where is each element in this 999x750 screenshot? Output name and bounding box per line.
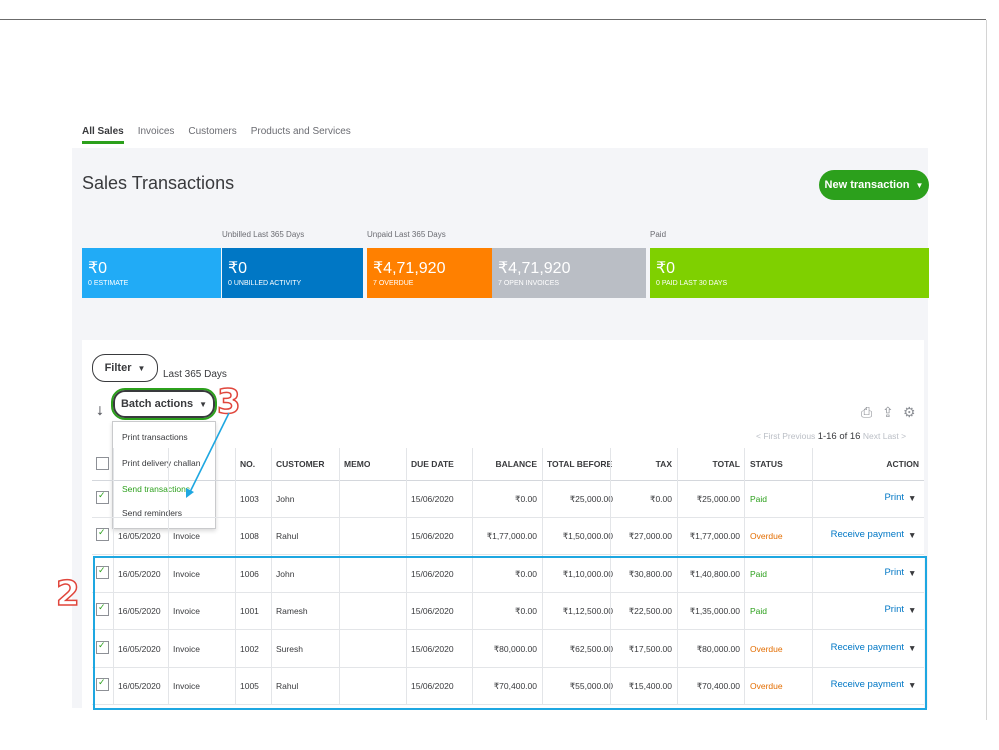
cell-total-before-tax: ₹25,000.00	[569, 494, 613, 504]
new-transaction-label: New transaction	[824, 179, 910, 191]
caret-down-icon[interactable]: ▼	[908, 530, 916, 540]
scrollbar-track[interactable]	[986, 20, 987, 720]
cell-total: ₹25,000.00	[696, 494, 740, 504]
card-amount: ₹4,71,920	[498, 260, 571, 277]
menu-item-print-transactions[interactable]: Print transactions	[122, 432, 188, 442]
annotation-step-3: 3	[216, 381, 241, 423]
pager-first[interactable]: < First	[756, 431, 780, 441]
card-amount: ₹0	[88, 260, 108, 277]
cell-balance: ₹0.00	[515, 494, 537, 504]
cell-total: ₹1,77,000.00	[689, 531, 740, 541]
col-due-date[interactable]: DUE DATE	[411, 459, 454, 469]
date-range-label: Last 365 Days	[163, 369, 227, 380]
col-status[interactable]: STATUS	[750, 459, 783, 469]
card-subtitle: 0 ESTIMATE	[88, 280, 129, 287]
cell-due-date: 15/06/2020	[411, 494, 454, 504]
col-action: ACTION	[886, 459, 919, 469]
batch-actions-button[interactable]: Batch actions ▼	[111, 388, 217, 420]
card-amount: ₹0	[228, 260, 248, 277]
caret-down-icon: ▼	[199, 399, 208, 409]
export-icon[interactable]: ⇪	[882, 404, 894, 421]
row-action-link[interactable]: Print	[792, 492, 904, 503]
col-total[interactable]: TOTAL	[682, 459, 740, 469]
print-icon[interactable]: ⎙	[861, 404, 872, 421]
pager-next[interactable]: Next	[863, 431, 880, 441]
unbilled-card[interactable]: ₹0 0 UNBILLED ACTIVITY	[222, 248, 363, 298]
annotation-step-2: 2	[55, 573, 80, 615]
caret-down-icon: ▼	[915, 180, 924, 190]
open-invoices-card[interactable]: ₹4,71,920 7 OPEN INVOICES	[492, 248, 646, 298]
filter-button[interactable]: Filter ▼	[92, 354, 158, 382]
new-transaction-button[interactable]: New transaction ▼	[819, 170, 929, 200]
row-checkbox[interactable]	[96, 490, 109, 504]
col-no[interactable]: NO.	[240, 459, 255, 469]
cell-no: 1003	[240, 494, 259, 504]
estimate-card[interactable]: ₹0 0 ESTIMATE	[82, 248, 221, 298]
table-row[interactable]: 1003 John 15/06/2020 ₹0.00 ₹25,000.00 ₹0.00 ₹2…	[92, 480, 924, 518]
col-tax[interactable]: TAX	[622, 459, 672, 469]
cell-no: 1008	[240, 531, 259, 541]
row-action-link[interactable]: Receive payment	[792, 529, 904, 540]
tab-products-and-services[interactable]: Products and Services	[251, 126, 351, 144]
unbilled-band-label: Unbilled Last 365 Days	[222, 230, 305, 239]
overdue-card[interactable]: ₹4,71,920 7 OVERDUE	[367, 248, 492, 298]
cell-status: Overdue	[750, 531, 783, 541]
caret-down-icon: ▼	[137, 363, 146, 373]
card-subtitle: 0 PAID LAST 30 DAYS	[656, 280, 728, 287]
cell-date: 16/05/2020	[118, 531, 161, 541]
pager-last[interactable]: Last >	[883, 431, 906, 441]
top-divider	[0, 19, 986, 20]
table-header: NO. CUSTOMER MEMO DUE DATE BALANCE TOTAL…	[92, 448, 924, 481]
tab-invoices[interactable]: Invoices	[138, 126, 175, 144]
pagination: < First Previous 1-16 of 16 Next Last >	[756, 431, 906, 442]
col-customer[interactable]: CUSTOMER	[276, 459, 325, 469]
table-row[interactable]: 16/05/2020 Invoice 1008 Rahul 15/06/2020 ₹1,7…	[92, 517, 924, 555]
cell-due-date: 15/06/2020	[411, 531, 454, 541]
card-subtitle: 0 UNBILLED ACTIVITY	[228, 280, 302, 287]
page-title: Sales Transactions	[82, 173, 235, 193]
pager-range: 1-16 of 16	[817, 431, 861, 442]
selected-rows-highlight	[93, 556, 927, 710]
cell-tax: ₹0.00	[650, 494, 672, 504]
select-all-checkbox[interactable]	[96, 457, 109, 470]
caret-down-icon[interactable]: ▼	[908, 493, 916, 503]
cell-customer: Rahul	[276, 531, 299, 541]
cell-balance: ₹1,77,000.00	[486, 531, 537, 541]
settings-icon[interactable]: ⚙	[903, 404, 916, 421]
cell-type: Invoice	[173, 531, 200, 541]
card-amount: ₹4,71,920	[373, 260, 446, 277]
card-subtitle: 7 OPEN INVOICES	[498, 280, 560, 287]
batch-actions-label: Batch actions	[120, 398, 194, 410]
col-memo[interactable]: MEMO	[344, 459, 370, 469]
sort-icon[interactable]: ⭣	[97, 403, 103, 419]
col-total-before-tax[interactable]: TOTAL BEFORE TA	[547, 459, 613, 469]
tab-all-sales[interactable]: All Sales	[82, 126, 124, 144]
pager-previous[interactable]: Previous	[782, 431, 815, 441]
card-amount: ₹0	[656, 260, 676, 277]
sales-tabs: All Sales Invoices Customers Products an…	[82, 126, 365, 144]
card-subtitle: 7 OVERDUE	[373, 280, 414, 287]
row-checkbox[interactable]	[96, 527, 109, 541]
filter-label: Filter	[104, 362, 132, 374]
tab-customers[interactable]: Customers	[188, 126, 236, 144]
paid-card[interactable]: ₹0 0 PAID LAST 30 DAYS	[650, 248, 929, 298]
unpaid-band-label: Unpaid Last 365 Days	[367, 230, 446, 239]
cell-status: Paid	[750, 494, 768, 504]
paid-band-label: Paid	[650, 230, 667, 239]
cell-customer: John	[276, 494, 295, 504]
col-balance[interactable]: BALANCE	[477, 459, 537, 469]
cell-tax: ₹27,000.00	[628, 531, 672, 541]
cell-total-before-tax: ₹1,50,000.00	[562, 531, 613, 541]
